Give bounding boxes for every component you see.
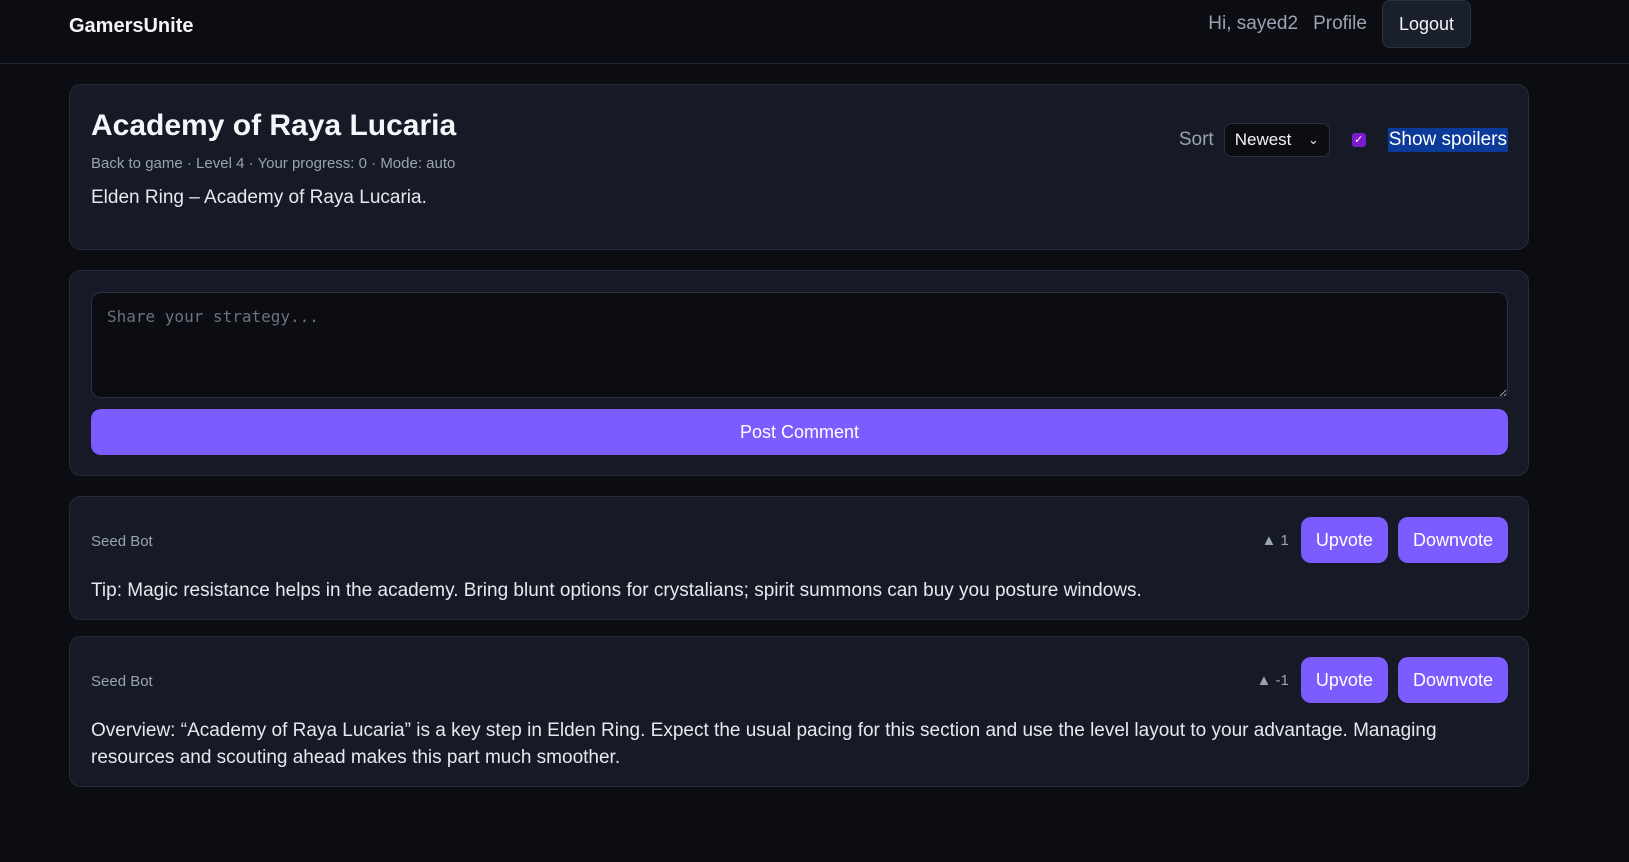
vote-score: ▲ 1 <box>1261 531 1289 549</box>
page-title: Academy of Raya Lucaria <box>91 109 457 142</box>
downvote-button[interactable]: Downvote <box>1397 517 1508 563</box>
brand-logo[interactable]: GamersUnite <box>69 15 194 38</box>
sort-selected-value: Newest <box>1234 130 1292 149</box>
chevron-down-icon: ⌄ <box>1307 132 1319 147</box>
level-header-card: Academy of Raya Lucaria Back to game · L… <box>69 84 1529 250</box>
downvote-button[interactable]: Downvote <box>1397 657 1508 703</box>
top-navbar: GamersUnite Hi, sayed2 Profile Logout <box>0 0 1629 64</box>
user-nav: Hi, sayed2 Profile Logout <box>1208 0 1471 48</box>
comment-controls: Sort Newest ⌄ ✓ Show spoilers <box>1179 123 1508 157</box>
level-description: Elden Ring – Academy of Raya Lucaria. <box>91 187 427 208</box>
level-meta: Back to game · Level 4 · Your progress: … <box>91 155 456 172</box>
comment-author: Seed Bot <box>91 673 153 690</box>
show-spoilers-checkbox[interactable]: ✓ <box>1351 133 1366 147</box>
upvote-button[interactable]: Upvote <box>1300 657 1388 703</box>
check-icon: ✓ <box>1354 133 1364 146</box>
comment-text: Overview: “Academy of Raya Lucaria” is a… <box>91 720 1437 768</box>
user-greeting: Hi, sayed2 <box>1208 13 1299 34</box>
show-spoilers-label[interactable]: Show spoilers <box>1387 128 1508 152</box>
comment-text: Tip: Magic resistance helps in the acade… <box>91 580 1142 601</box>
vote-controls: ▲ -1 Upvote Downvote <box>1257 657 1508 703</box>
comment-card: Seed Bot ▲ 1 Upvote Downvote Tip: Magic … <box>69 496 1529 620</box>
compose-card: Post Comment <box>69 270 1529 476</box>
logout-button[interactable]: Logout <box>1381 0 1471 48</box>
sort-label: Sort <box>1178 129 1214 150</box>
vote-controls: ▲ 1 Upvote Downvote <box>1262 517 1508 563</box>
upvote-button[interactable]: Upvote <box>1300 517 1388 563</box>
comment-card: Seed Bot ▲ -1 Upvote Downvote Overview: … <box>69 636 1529 787</box>
strategy-input[interactable] <box>91 292 1508 398</box>
comment-author: Seed Bot <box>91 533 153 550</box>
vote-score: ▲ -1 <box>1256 671 1289 689</box>
sort-select[interactable]: Newest ⌄ <box>1223 123 1330 157</box>
post-comment-button[interactable]: Post Comment <box>91 409 1508 455</box>
profile-link[interactable]: Profile <box>1313 13 1367 35</box>
